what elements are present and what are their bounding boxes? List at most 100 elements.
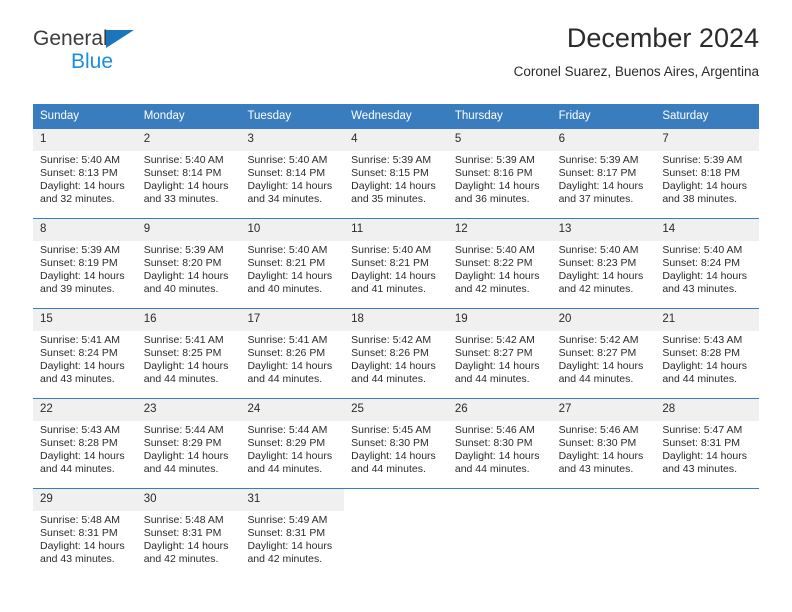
day-cell[interactable]: 26 Sunrise: 5:46 AM Sunset: 8:30 PM Dayl…: [447, 399, 552, 488]
day-info: Sunrise: 5:41 AM Sunset: 8:26 PM Dayligh…: [240, 331, 344, 387]
daylight-text-line2: and 44 minutes.: [662, 373, 738, 386]
week-row: 15 Sunrise: 5:41 AM Sunset: 8:24 PM Dayl…: [33, 308, 760, 398]
day-cell[interactable]: 3 Sunrise: 5:40 AM Sunset: 8:14 PM Dayli…: [240, 129, 345, 218]
sunrise-text: Sunrise: 5:40 AM: [662, 243, 743, 256]
day-cell[interactable]: 22 Sunrise: 5:43 AM Sunset: 8:28 PM Dayl…: [33, 399, 137, 488]
sunrise-text: Sunrise: 5:43 AM: [662, 333, 743, 346]
day-cell[interactable]: 11 Sunrise: 5:40 AM Sunset: 8:21 PM Dayl…: [344, 219, 448, 308]
day-cell[interactable]: 25 Sunrise: 5:45 AM Sunset: 8:30 PM Dayl…: [344, 399, 448, 488]
daylight-text-line2: and 35 minutes.: [351, 193, 426, 206]
day-cell[interactable]: 13 Sunrise: 5:40 AM Sunset: 8:23 PM Dayl…: [551, 219, 656, 308]
daylight-text-line1: Daylight: 14 hours: [558, 360, 644, 372]
day-cell[interactable]: 18 Sunrise: 5:42 AM Sunset: 8:26 PM Dayl…: [344, 309, 448, 398]
generalblue-logo[interactable]: General Blue: [33, 24, 153, 72]
day-cell[interactable]: 31 Sunrise: 5:49 AM Sunset: 8:31 PM Dayl…: [240, 489, 345, 578]
day-number: 30: [136, 489, 241, 511]
sunrise-text: Sunrise: 5:48 AM: [40, 513, 120, 526]
day-cell[interactable]: 5 Sunrise: 5:39 AM Sunset: 8:16 PM Dayli…: [447, 129, 552, 218]
day-number: 31: [240, 489, 345, 511]
daylight-text-line1: Daylight: 14 hours: [454, 270, 540, 282]
daylight-text-line2: and 44 minutes.: [454, 373, 530, 386]
daylight-text-line1: Daylight: 14 hours: [143, 360, 229, 372]
day-number: 1: [33, 129, 137, 151]
weekday-header-thursday: Thursday: [454, 110, 503, 122]
daylight-text-line2: and 43 minutes.: [40, 553, 115, 566]
day-number: 3: [240, 129, 345, 151]
sunset-text: Sunset: 8:17 PM: [558, 166, 637, 179]
sunrise-text: Sunrise: 5:40 AM: [247, 153, 328, 166]
daylight-text-line2: and 32 minutes.: [40, 193, 115, 206]
day-cell[interactable]: 28 Sunrise: 5:47 AM Sunset: 8:31 PM Dayl…: [655, 399, 760, 488]
daylight-text-line2: and 43 minutes.: [662, 283, 738, 296]
day-number: 15: [33, 309, 137, 331]
daylight-text-line1: Daylight: 14 hours: [558, 450, 644, 462]
day-cell[interactable]: 6 Sunrise: 5:39 AM Sunset: 8:17 PM Dayli…: [551, 129, 656, 218]
day-cell[interactable]: 7 Sunrise: 5:39 AM Sunset: 8:18 PM Dayli…: [655, 129, 760, 218]
day-info: Sunrise: 5:48 AM Sunset: 8:31 PM Dayligh…: [33, 511, 137, 567]
daylight-text-line1: Daylight: 14 hours: [351, 180, 436, 192]
day-cell[interactable]: 21 Sunrise: 5:43 AM Sunset: 8:28 PM Dayl…: [655, 309, 760, 398]
day-cell[interactable]: 29 Sunrise: 5:48 AM Sunset: 8:31 PM Dayl…: [33, 489, 137, 578]
day-cell-empty: [552, 489, 656, 578]
sunset-text: Sunset: 8:31 PM: [662, 436, 740, 449]
day-cell[interactable]: 14 Sunrise: 5:40 AM Sunset: 8:24 PM Dayl…: [655, 219, 760, 308]
sunrise-text: Sunrise: 5:42 AM: [558, 333, 639, 346]
sunset-text: Sunset: 8:21 PM: [247, 256, 326, 269]
page-subtitle: Coronel Suarez, Buenos Aires, Argentina: [513, 63, 759, 79]
daylight-text-line1: Daylight: 14 hours: [247, 360, 333, 372]
day-info: Sunrise: 5:44 AM Sunset: 8:29 PM Dayligh…: [240, 421, 344, 477]
sunrise-text: Sunrise: 5:39 AM: [454, 153, 535, 166]
daylight-text-line2: and 42 minutes.: [454, 283, 530, 296]
daylight-text-line1: Daylight: 14 hours: [143, 270, 229, 282]
sunrise-text: Sunrise: 5:41 AM: [143, 333, 224, 346]
sunset-text: Sunset: 8:16 PM: [454, 166, 533, 179]
day-cell[interactable]: 23 Sunrise: 5:44 AM Sunset: 8:29 PM Dayl…: [136, 399, 241, 488]
day-cell[interactable]: 30 Sunrise: 5:48 AM Sunset: 8:31 PM Dayl…: [136, 489, 241, 578]
daylight-text-line2: and 42 minutes.: [558, 283, 634, 296]
day-cell[interactable]: 17 Sunrise: 5:41 AM Sunset: 8:26 PM Dayl…: [240, 309, 345, 398]
sunrise-text: Sunrise: 5:44 AM: [143, 423, 224, 436]
day-cell[interactable]: 24 Sunrise: 5:44 AM Sunset: 8:29 PM Dayl…: [240, 399, 345, 488]
sunrise-text: Sunrise: 5:47 AM: [662, 423, 743, 436]
sunset-text: Sunset: 8:31 PM: [247, 526, 326, 539]
day-cell[interactable]: 12 Sunrise: 5:40 AM Sunset: 8:22 PM Dayl…: [447, 219, 552, 308]
sunrise-text: Sunrise: 5:46 AM: [558, 423, 639, 436]
week-row: 29 Sunrise: 5:48 AM Sunset: 8:31 PM Dayl…: [33, 488, 759, 578]
day-cell[interactable]: 15 Sunrise: 5:41 AM Sunset: 8:24 PM Dayl…: [33, 309, 137, 398]
daylight-text-line1: Daylight: 14 hours: [247, 180, 333, 192]
daylight-text-line1: Daylight: 14 hours: [40, 540, 125, 552]
day-info: Sunrise: 5:44 AM Sunset: 8:29 PM Dayligh…: [137, 421, 241, 477]
daylight-text-line2: and 39 minutes.: [40, 283, 115, 296]
day-number: 18: [344, 309, 448, 331]
day-info: Sunrise: 5:40 AM Sunset: 8:21 PM Dayligh…: [240, 241, 344, 297]
daylight-text-line1: Daylight: 14 hours: [454, 180, 540, 192]
sunrise-text: Sunrise: 5:41 AM: [40, 333, 120, 346]
day-cell[interactable]: 9 Sunrise: 5:39 AM Sunset: 8:20 PM Dayli…: [136, 219, 241, 308]
daylight-text-line1: Daylight: 14 hours: [662, 180, 747, 192]
day-number: 21: [655, 309, 760, 331]
sunrise-text: Sunrise: 5:40 AM: [143, 153, 224, 166]
daylight-text-line2: and 40 minutes.: [247, 283, 323, 296]
day-number: [448, 489, 552, 506]
day-cell[interactable]: 1 Sunrise: 5:40 AM Sunset: 8:13 PM Dayli…: [33, 129, 137, 218]
day-info: Sunrise: 5:39 AM Sunset: 8:20 PM Dayligh…: [137, 241, 241, 297]
day-cell[interactable]: 10 Sunrise: 5:40 AM Sunset: 8:21 PM Dayl…: [240, 219, 345, 308]
day-cell[interactable]: 19 Sunrise: 5:42 AM Sunset: 8:27 PM Dayl…: [447, 309, 552, 398]
day-cell[interactable]: 4 Sunrise: 5:39 AM Sunset: 8:15 PM Dayli…: [344, 129, 448, 218]
day-cell[interactable]: 2 Sunrise: 5:40 AM Sunset: 8:14 PM Dayli…: [136, 129, 241, 218]
day-number: 17: [240, 309, 345, 331]
day-cell[interactable]: 8 Sunrise: 5:39 AM Sunset: 8:19 PM Dayli…: [33, 219, 137, 308]
day-info: Sunrise: 5:43 AM Sunset: 8:28 PM Dayligh…: [655, 331, 759, 387]
day-cell[interactable]: 20 Sunrise: 5:42 AM Sunset: 8:27 PM Dayl…: [551, 309, 656, 398]
day-cell[interactable]: 27 Sunrise: 5:46 AM Sunset: 8:30 PM Dayl…: [551, 399, 656, 488]
daylight-text-line2: and 43 minutes.: [662, 463, 738, 476]
day-cell[interactable]: 16 Sunrise: 5:41 AM Sunset: 8:25 PM Dayl…: [136, 309, 241, 398]
day-number: 7: [655, 129, 760, 151]
daylight-text-line2: and 40 minutes.: [143, 283, 219, 296]
day-info: Sunrise: 5:40 AM Sunset: 8:14 PM Dayligh…: [240, 151, 344, 207]
day-info: Sunrise: 5:39 AM Sunset: 8:19 PM Dayligh…: [33, 241, 137, 297]
day-number: 24: [240, 399, 345, 421]
sunrise-text: Sunrise: 5:49 AM: [247, 513, 328, 526]
calendar-grid: Sunday Monday Tuesday Wednesday Thursday…: [33, 104, 760, 578]
daylight-text-line2: and 44 minutes.: [558, 373, 634, 386]
